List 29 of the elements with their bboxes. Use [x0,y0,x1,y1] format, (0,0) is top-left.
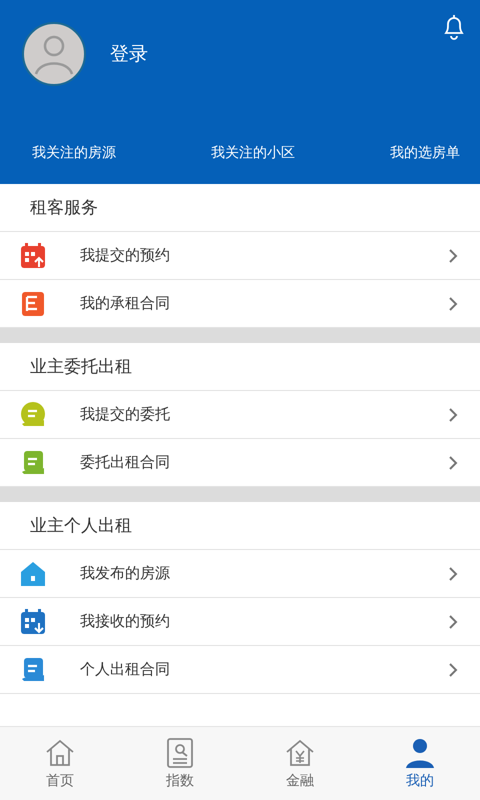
bell-icon[interactable] [442,14,466,40]
house-yen-icon [284,737,316,769]
nav-tab[interactable]: 首页 [20,727,100,800]
chevron-icon [448,248,458,264]
login-link[interactable]: 登录 [110,41,148,67]
menu-row[interactable]: 个人出租合同 [0,646,480,694]
header-link[interactable]: 我关注的房源 [32,144,116,162]
avatar-icon[interactable] [22,22,86,86]
chevron-icon [448,454,458,470]
home-icon [44,737,76,769]
chevron-icon [448,566,458,582]
menu-row[interactable]: 我接收的预约 [0,598,480,646]
chevron-icon [448,296,458,312]
nav-tab[interactable]: 我的 [380,727,460,800]
section-title: 业主委托出租 [0,343,480,391]
header-link[interactable]: 我的选房单 [390,144,460,162]
menu-row[interactable]: 我提交的委托 [0,391,480,439]
nav-tab[interactable]: 指数 [140,727,220,800]
section-title: 租客服务 [0,184,480,232]
nav-tab[interactable]: 金融 [260,727,340,800]
chevron-icon [448,614,458,630]
chevron-icon [448,406,458,422]
section-title: 业主个人出租 [0,502,480,550]
menu-row[interactable]: 我提交的预约 [0,232,480,280]
chevron-icon [448,662,458,678]
menu-row[interactable]: 我发布的房源 [0,550,480,598]
header-link[interactable]: 我关注的小区 [211,144,295,162]
person-icon [404,737,436,769]
search-document-icon [164,737,196,769]
